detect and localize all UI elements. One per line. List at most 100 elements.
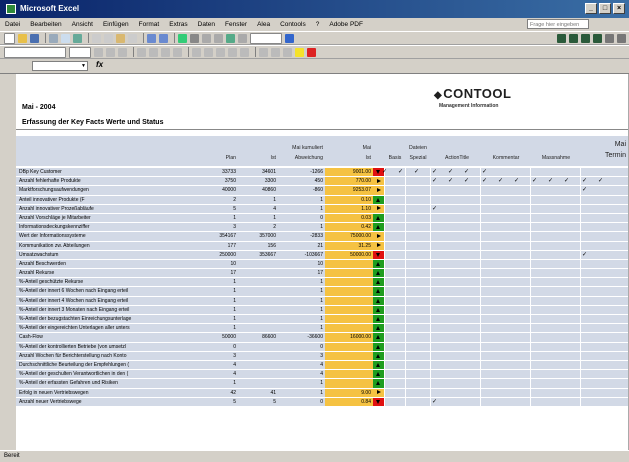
kpi-name-cell[interactable]: Anzahl fehlerhafte Produkte bbox=[19, 177, 195, 185]
plan-cell[interactable]: 4 bbox=[196, 370, 236, 378]
plan-cell[interactable]: 250000 bbox=[196, 251, 236, 259]
mai-ist-cell[interactable]: 770.00 bbox=[325, 177, 373, 186]
contools-filter-icon[interactable] bbox=[581, 33, 590, 43]
mai-ist-cell[interactable] bbox=[325, 370, 373, 379]
plan-cell[interactable]: 1 bbox=[196, 306, 236, 314]
table-row[interactable]: Anzahl innovativer Prozeßabläufe 5 4 1 1.10 ✓ bbox=[16, 204, 629, 214]
plan-cell[interactable]: 3 bbox=[196, 352, 236, 360]
mai-ist-cell[interactable]: 31.25 bbox=[325, 241, 373, 250]
plan-cell[interactable]: 3 bbox=[196, 223, 236, 231]
print-icon[interactable] bbox=[49, 33, 58, 43]
table-row[interactable]: %-Anteil der bezugstachten Einreichungsu… bbox=[16, 315, 629, 325]
table-row[interactable]: Anteil innovativer Produkte (F 2 1 1 0.10 bbox=[16, 195, 629, 205]
abweichung-cell[interactable]: 17 bbox=[278, 269, 323, 277]
hyperlink-icon[interactable] bbox=[178, 33, 187, 43]
italic-icon[interactable] bbox=[106, 47, 115, 57]
ist-cell[interactable] bbox=[238, 297, 276, 305]
print-preview-icon[interactable] bbox=[61, 33, 70, 43]
checkmark-icon[interactable]: ✓ bbox=[514, 177, 519, 185]
abweichung-cell[interactable]: 1 bbox=[278, 389, 323, 397]
contools-settings-icon[interactable] bbox=[605, 33, 614, 43]
abweichung-cell[interactable]: -1266 bbox=[278, 168, 323, 176]
mai-ist-cell[interactable]: 9.00 bbox=[325, 388, 373, 397]
ist-cell[interactable] bbox=[238, 379, 276, 387]
kpi-name-cell[interactable]: Anzahl Wochen für Berichterstellung nach… bbox=[19, 352, 195, 360]
kpi-name-cell[interactable]: Marktforschungsaufwendungen bbox=[19, 186, 195, 194]
checkmark-icon[interactable]: ✓ bbox=[582, 177, 587, 185]
table-row[interactable]: Anzahl Rekurse 17 17 bbox=[16, 269, 629, 279]
menu-item[interactable]: ? bbox=[311, 18, 325, 31]
kpi-name-cell[interactable]: %-Anteil der eingereichten Unterlagen al… bbox=[19, 324, 195, 332]
align-center-icon[interactable] bbox=[149, 47, 158, 57]
checkmark-icon[interactable]: ✓ bbox=[432, 168, 437, 176]
font-size-select[interactable] bbox=[69, 46, 91, 58]
ist-cell[interactable]: 4 bbox=[238, 205, 276, 213]
checkmark-icon[interactable]: ✓ bbox=[482, 168, 487, 176]
abweichung-cell[interactable]: 1 bbox=[278, 196, 323, 204]
ist-cell[interactable]: 156 bbox=[238, 242, 276, 250]
plan-cell[interactable]: 50000 bbox=[196, 333, 236, 341]
mai-ist-cell[interactable] bbox=[325, 296, 373, 305]
plan-cell[interactable]: 1 bbox=[196, 297, 236, 305]
table-row[interactable]: Cash-Flow 50000 86600 -36600 16000.00 bbox=[16, 333, 629, 343]
kpi-name-cell[interactable]: Erfolg in neuen Vertriebswegen bbox=[19, 389, 195, 397]
kpi-name-cell[interactable]: Wert der Informationssysteme bbox=[19, 232, 195, 240]
ist-cell[interactable]: 86600 bbox=[238, 333, 276, 341]
mai-ist-cell[interactable] bbox=[325, 269, 373, 278]
ist-cell[interactable] bbox=[238, 315, 276, 323]
decrease-indent-icon[interactable] bbox=[259, 47, 268, 57]
ist-cell[interactable] bbox=[238, 260, 276, 268]
table-row[interactable]: Anzahl Vorschläge je Mitarbeiter 1 1 0 0.03 bbox=[16, 213, 629, 224]
checkmark-icon[interactable]: ✓ bbox=[448, 177, 453, 185]
plan-cell[interactable]: 33733 bbox=[196, 168, 236, 176]
kpi-name-cell[interactable]: %-Anteil der bezugstachten Einreichungsu… bbox=[19, 315, 195, 323]
table-row[interactable]: %-Anteil der innert 4 Wochen nach Eingan… bbox=[16, 296, 629, 306]
function-icon[interactable]: fx bbox=[96, 60, 103, 69]
ist-cell[interactable] bbox=[238, 324, 276, 332]
table-row[interactable]: %-Anteil der erfassten Gefahren und Risi… bbox=[16, 379, 629, 389]
mai-ist-cell[interactable]: 50000.00 bbox=[325, 250, 373, 259]
zoom-select[interactable] bbox=[250, 32, 282, 44]
menu-item[interactable]: Fenster bbox=[220, 18, 252, 31]
chart-wizard-icon[interactable] bbox=[226, 33, 235, 43]
kpi-name-cell[interactable]: %-Anteil der kontrollierten Betriebe (vo… bbox=[19, 343, 195, 351]
ist-cell[interactable]: 34601 bbox=[238, 168, 276, 176]
ist-cell[interactable]: 1 bbox=[238, 214, 276, 222]
menu-item[interactable]: Alea bbox=[252, 18, 275, 31]
abweichung-cell[interactable]: 0 bbox=[278, 398, 323, 406]
align-left-icon[interactable] bbox=[137, 47, 146, 57]
ist-cell[interactable]: 40860 bbox=[238, 186, 276, 194]
menu-item[interactable]: Datei bbox=[0, 18, 25, 31]
ist-cell[interactable]: 353667 bbox=[238, 251, 276, 259]
plan-cell[interactable]: 10 bbox=[196, 260, 236, 268]
checkmark-icon[interactable]: ✓ bbox=[398, 168, 403, 176]
table-row[interactable]: %-Anteil der kontrollierten Betriebe (vo… bbox=[16, 342, 629, 352]
merge-center-icon[interactable] bbox=[173, 47, 182, 57]
contools-icon[interactable] bbox=[557, 33, 566, 43]
abweichung-cell[interactable]: 1 bbox=[278, 315, 323, 323]
minimize-button[interactable]: _ bbox=[585, 3, 597, 14]
drawing-icon[interactable] bbox=[238, 33, 247, 43]
sort-descending-icon[interactable] bbox=[214, 33, 223, 43]
abweichung-cell[interactable]: 1 bbox=[278, 324, 323, 332]
plan-cell[interactable]: 42 bbox=[196, 389, 236, 397]
copy-icon[interactable] bbox=[104, 33, 113, 43]
table-row[interactable]: Marktforschungsaufwendungen 40000 40860 -86… bbox=[16, 186, 629, 196]
mai-ist-cell[interactable]: 0.10 bbox=[325, 195, 373, 204]
plan-cell[interactable]: 1 bbox=[196, 214, 236, 222]
abweichung-cell[interactable]: 1 bbox=[278, 306, 323, 314]
abweichung-cell[interactable]: 21 bbox=[278, 242, 323, 250]
cut-icon[interactable] bbox=[92, 33, 101, 43]
mai-ist-cell[interactable] bbox=[325, 278, 373, 287]
kpi-name-cell[interactable]: %-Anteil der geschulten Verantwortlichen… bbox=[19, 370, 195, 378]
abweichung-cell[interactable]: 1 bbox=[278, 297, 323, 305]
increase-indent-icon[interactable] bbox=[271, 47, 280, 57]
table-row[interactable]: %-Anteil der innert 3 Monaten nach Einga… bbox=[16, 305, 629, 315]
table-row[interactable]: Informationsdeckungskennziffer 3 2 1 0.42 bbox=[16, 223, 629, 233]
save-icon[interactable] bbox=[30, 33, 39, 43]
mai-ist-cell[interactable] bbox=[325, 305, 373, 314]
table-row[interactable]: Kommunikation zw. Abteilungen 177 156 21 31.… bbox=[16, 241, 629, 251]
menu-item[interactable]: Extras bbox=[164, 18, 192, 31]
worksheet[interactable]: ◆CONTOOL Management Information Mai - 20… bbox=[16, 74, 629, 450]
kpi-name-cell[interactable]: Anzahl innovativer Prozeßabläufe bbox=[19, 205, 195, 213]
